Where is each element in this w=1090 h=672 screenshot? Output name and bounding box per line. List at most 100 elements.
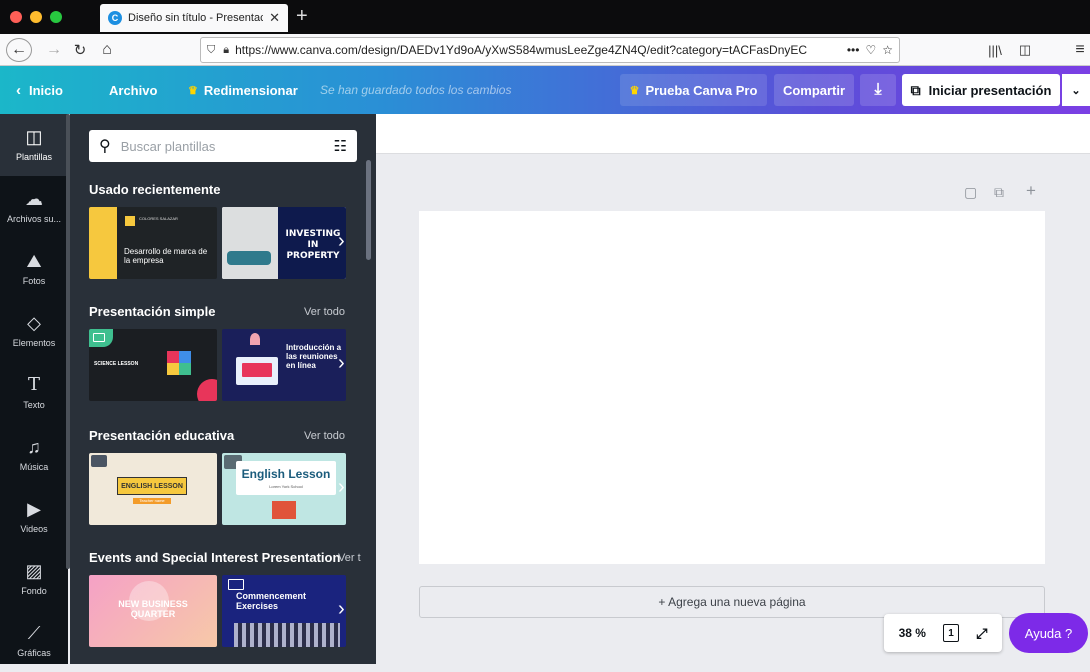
filter-icon[interactable]: ☷	[334, 137, 347, 155]
template-thumb-english-lesson-2[interactable]: English Lesson Lorem York School	[222, 453, 346, 525]
sidebar-item-charts[interactable]: ⟋ Gráficas	[0, 610, 68, 672]
section-title-events: Events and Special Interest Presentation	[89, 550, 341, 565]
close-tab-icon[interactable]: ✕	[269, 10, 280, 26]
page-count-icon[interactable]: 1	[943, 624, 960, 642]
upload-cloud-icon: ☁	[25, 189, 43, 209]
thumb-title-text: INVESTING IN PROPERTY	[285, 229, 341, 261]
chevron-right-icon[interactable]: ›	[338, 598, 345, 621]
thumb-title-text: Introducción a las reuniones en línea	[286, 343, 342, 370]
sidebar-item-label: Elementos	[12, 338, 56, 348]
sidebar-item-label: Fotos	[22, 276, 46, 286]
duplicate-page-icon[interactable]: ⧉	[994, 184, 1004, 201]
sidebar-item-videos[interactable]: ▶ Videos	[0, 486, 68, 548]
sidebar-item-uploads[interactable]: ☁ Archivos su...	[0, 176, 68, 238]
sidebar-item-label: Gráficas	[17, 648, 51, 658]
see-all-events-link[interactable]: Ver t	[338, 552, 361, 564]
present-options-chevron-icon[interactable]: ⌄	[1062, 74, 1090, 106]
editor-top-bar: ‹ Inicio Archivo ♛ Redimensionar Se han …	[0, 66, 1090, 114]
add-page-plus-icon[interactable]: +	[1026, 181, 1036, 201]
resize-label: Redimensionar	[203, 82, 298, 98]
home-icon[interactable]: ⌂	[96, 38, 118, 62]
sidebar-item-label: Videos	[20, 524, 48, 534]
url-text: https://www.canva.com/design/DAEDv1Yd9oA…	[235, 43, 808, 57]
templates-icon: ◫	[25, 127, 43, 147]
sidebar-toggle-icon[interactable]: ◫	[1014, 38, 1036, 62]
thumb-title-text: Commencement Exercises	[236, 591, 307, 611]
back-icon[interactable]: ←	[6, 38, 32, 62]
template-search-input[interactable]: ⚲ Buscar plantillas ☷	[89, 130, 357, 162]
resize-button[interactable]: ♛ Redimensionar	[188, 66, 298, 114]
crown-icon: ♛	[629, 84, 640, 97]
sidebar-item-text[interactable]: T Texto	[0, 362, 68, 424]
template-thumb-english-lesson-1[interactable]: ENGLISH LESSON Teacher name	[89, 453, 217, 525]
sidebar-item-background[interactable]: ▨ Fondo	[0, 548, 68, 610]
sidebar-item-photos[interactable]: ⛰ Fotos	[0, 238, 68, 300]
see-all-simple-link[interactable]: Ver todo	[304, 306, 345, 318]
pro-label: Prueba Canva Pro	[645, 82, 758, 98]
zoom-level[interactable]: 38 %	[899, 626, 926, 640]
sidebar-item-music[interactable]: ♫ Música	[0, 424, 68, 486]
templates-panel: ⚲ Buscar plantillas ☷ Usado recientement…	[70, 114, 376, 664]
background-icon: ▨	[25, 561, 43, 581]
chart-icon: ⟋	[27, 623, 41, 643]
thumb-title-text: NEW BUSINESS QUARTER	[118, 599, 188, 619]
chevron-right-icon[interactable]: ›	[338, 352, 345, 375]
home-button[interactable]: ‹ Inicio	[16, 66, 63, 114]
section-title-simple: Presentación simple	[89, 304, 216, 319]
chevron-right-icon[interactable]: ›	[338, 230, 345, 253]
help-button[interactable]: Ayuda ?	[1009, 613, 1088, 653]
file-menu-button[interactable]: Archivo	[109, 66, 157, 114]
pocket-icon[interactable]: ♡	[865, 43, 876, 57]
lock-icon: 🔒︎	[223, 43, 230, 56]
bookmark-star-icon[interactable]: ☆	[882, 43, 893, 57]
search-icon: ⚲	[99, 138, 111, 155]
zoom-controls: 38 % 1 ⤢	[884, 614, 1002, 652]
page-notes-icon[interactable]: ▢	[964, 184, 977, 201]
browser-nav-bar: ← → ↻ ⌂ ⛉ 🔒︎ https://www.canva.com/desig…	[0, 34, 1090, 66]
template-thumb-brand-development[interactable]: COLORES SALAZAR Desarrollo de marca de l…	[89, 207, 217, 279]
sidebar-item-label: Fondo	[21, 586, 47, 596]
minimize-window-icon[interactable]	[30, 11, 42, 23]
presentation-icon: ⧉	[910, 81, 921, 98]
save-status: Se han guardado todos los cambios	[320, 83, 512, 97]
see-all-education-link[interactable]: Ver todo	[304, 430, 345, 442]
design-page-canvas[interactable]	[419, 211, 1045, 564]
template-thumb-investing[interactable]: INVESTING IN PROPERTY	[222, 207, 346, 279]
reload-icon[interactable]: ↻	[70, 38, 90, 62]
maximize-window-icon[interactable]	[50, 11, 62, 23]
template-thumb-science-lesson[interactable]: SCIENCE LESSON	[89, 329, 217, 401]
present-label: Iniciar presentación	[928, 82, 1052, 98]
menu-icon[interactable]: ≡	[1070, 38, 1090, 62]
close-window-icon[interactable]	[10, 11, 22, 23]
canvas-toolbar	[376, 114, 1090, 154]
sidebar-item-templates[interactable]: ◫ Plantillas	[0, 114, 68, 176]
browser-tab[interactable]: C Diseño sin título - Presentación ✕	[100, 4, 288, 32]
thumb-title-text: SCIENCE LESSON	[94, 361, 139, 367]
forward-icon[interactable]: →	[44, 38, 64, 62]
present-button[interactable]: ⧉ Iniciar presentación	[902, 74, 1060, 106]
template-thumb-online-meetings[interactable]: Introducción a las reuniones en línea	[222, 329, 346, 401]
sidebar-item-elements[interactable]: ◇ Elementos	[0, 300, 68, 362]
share-button[interactable]: Compartir	[774, 74, 854, 106]
download-icon[interactable]: ⤓	[860, 74, 896, 106]
chevron-right-icon[interactable]: ›	[338, 476, 345, 499]
fullscreen-icon[interactable]: ⤢	[976, 625, 987, 642]
text-icon: T	[27, 374, 40, 395]
template-thumb-new-business-quarter[interactable]: NEW BUSINESS QUARTER	[89, 575, 217, 647]
url-bar[interactable]: ⛉ 🔒︎ https://www.canva.com/design/DAEDv1…	[200, 37, 900, 63]
browser-tab-bar: C Diseño sin título - Presentación ✕ +	[0, 0, 1090, 34]
shapes-icon: ◇	[27, 313, 41, 333]
music-icon: ♫	[27, 437, 41, 457]
crown-icon: ♛	[188, 84, 198, 97]
try-canva-pro-button[interactable]: ♛ Prueba Canva Pro	[620, 74, 767, 106]
new-tab-icon[interactable]: +	[296, 4, 308, 28]
thumb-title-text: ENGLISH LESSON	[117, 477, 187, 495]
panel-scrollbar[interactable]	[366, 160, 371, 260]
template-thumb-commencement[interactable]: Commencement Exercises	[222, 575, 346, 647]
search-placeholder: Buscar plantillas	[120, 138, 216, 154]
sidebar-item-label: Plantillas	[15, 152, 53, 162]
photo-icon: ⛰	[26, 251, 42, 271]
editor-side-nav: ◫ Plantillas ☁ Archivos su... ⛰ Fotos ◇ …	[0, 114, 68, 664]
page-actions-icon[interactable]: •••	[847, 43, 860, 57]
library-icon[interactable]: |||\	[984, 38, 1006, 62]
